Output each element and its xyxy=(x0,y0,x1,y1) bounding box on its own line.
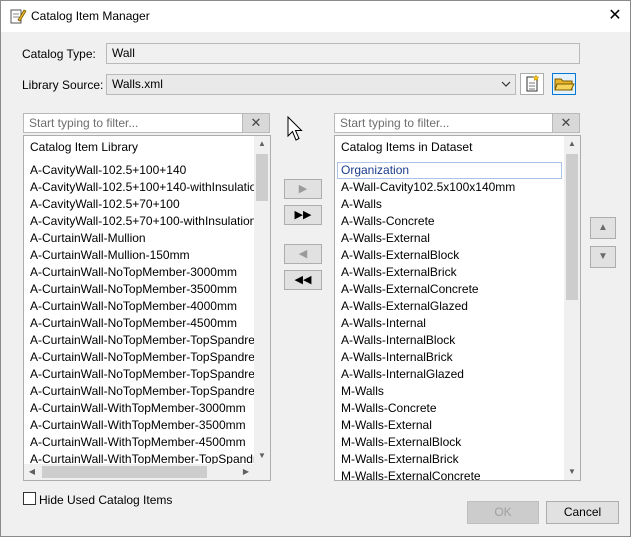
dataset-vertical-scrollbar[interactable]: ▲ ▼ xyxy=(564,136,580,480)
chevron-down-icon xyxy=(501,77,511,94)
open-library-button[interactable] xyxy=(552,73,576,95)
list-item[interactable]: A-CavityWall-102.5+70+100-withInsulation xyxy=(24,213,254,230)
list-item[interactable]: A-CurtainWall-NoTopMember-4500mm xyxy=(24,315,254,332)
list-item[interactable]: A-Walls-Concrete xyxy=(335,213,564,230)
catalog-type-field: Wall xyxy=(106,43,580,64)
list-item[interactable]: M-Walls xyxy=(335,383,564,400)
list-item[interactable]: M-Walls-Concrete xyxy=(335,400,564,417)
list-item[interactable]: A-CavityWall-102.5+70+100 xyxy=(24,196,254,213)
catalog-item-manager-window: Catalog Item Manager ✕ Catalog Type: Wal… xyxy=(0,0,631,537)
list-item[interactable]: A-CurtainWall-NoTopMember-3000mm xyxy=(24,264,254,281)
list-item[interactable]: M-Walls-ExternalBrick xyxy=(335,451,564,468)
library-list-header: Catalog Item Library xyxy=(30,140,139,154)
list-item[interactable]: A-CurtainWall-NoTopMember-TopSpandrel-30… xyxy=(24,332,254,349)
library-source-label: Library Source: xyxy=(22,78,104,92)
library-source-value: Walls.xml xyxy=(112,77,163,91)
ok-button[interactable]: OK xyxy=(467,501,539,524)
hide-used-checkbox[interactable] xyxy=(23,492,36,505)
list-item[interactable]: A-CavityWall-102.5+100+140-withInsulatio… xyxy=(24,179,254,196)
window-title: Catalog Item Manager xyxy=(31,9,150,23)
list-item[interactable]: A-Walls-External xyxy=(335,230,564,247)
list-item[interactable]: M-Walls-ExternalBlock xyxy=(335,434,564,451)
list-item[interactable]: A-Wall-Cavity102.5x100x140mm xyxy=(335,179,564,196)
library-source-dropdown[interactable]: Walls.xml xyxy=(106,74,516,95)
list-item[interactable]: A-Walls-ExternalConcrete xyxy=(335,281,564,298)
list-item[interactable]: A-Walls-InternalBrick xyxy=(335,349,564,366)
move-up-button[interactable]: ▲ xyxy=(590,217,616,239)
add-selected-button[interactable]: ▶ xyxy=(284,179,322,199)
list-item[interactable]: A-CurtainWall-NoTopMember-TopSpandrel-45… xyxy=(24,383,254,400)
library-horizontal-thumb[interactable] xyxy=(42,466,207,478)
list-item[interactable]: A-Walls xyxy=(335,196,564,213)
organization-group-header[interactable]: Organization xyxy=(337,162,562,179)
scroll-up-icon[interactable]: ▲ xyxy=(254,136,270,152)
list-item[interactable]: A-CavityWall-102.5+100+140 xyxy=(24,162,254,179)
new-library-button[interactable] xyxy=(520,73,544,95)
list-item[interactable]: A-CurtainWall-Mullion-150mm xyxy=(24,247,254,264)
hide-used-label[interactable]: Hide Used Catalog Items xyxy=(39,493,172,507)
list-item[interactable]: A-CurtainWall-NoTopMember-3500mm xyxy=(24,281,254,298)
list-item[interactable]: A-CurtainWall-NoTopMember-TopSpandrel-40… xyxy=(24,366,254,383)
scroll-up-icon[interactable]: ▲ xyxy=(564,136,580,152)
scroll-corner xyxy=(254,464,270,480)
catalog-manager-icon xyxy=(9,7,27,25)
list-item[interactable]: A-CurtainWall-NoTopMember-4000mm xyxy=(24,298,254,315)
scroll-left-icon[interactable]: ◀ xyxy=(24,464,40,480)
move-down-button[interactable]: ▼ xyxy=(590,246,616,268)
dataset-rows: Organization A-Wall-Cavity102.5x100x140mm… xyxy=(335,162,564,480)
library-horizontal-scrollbar[interactable]: ◀ ▶ xyxy=(24,464,254,480)
list-item[interactable]: A-Walls-ExternalBrick xyxy=(335,264,564,281)
library-vertical-scrollbar[interactable]: ▲ ▼ xyxy=(254,136,270,464)
scroll-down-icon[interactable]: ▼ xyxy=(564,464,580,480)
close-button[interactable]: ✕ xyxy=(600,1,630,31)
remove-selected-button[interactable]: ◀ xyxy=(284,244,322,264)
list-item[interactable]: A-Walls-ExternalGlazed xyxy=(335,298,564,315)
library-vertical-thumb[interactable] xyxy=(256,154,268,201)
remove-all-button[interactable]: ◀◀ xyxy=(284,270,322,290)
cancel-button[interactable]: Cancel xyxy=(546,501,619,524)
scroll-right-icon[interactable]: ▶ xyxy=(238,464,254,480)
open-folder-icon xyxy=(553,78,575,97)
list-item[interactable]: A-CurtainWall-Mullion xyxy=(24,230,254,247)
list-item[interactable]: A-CurtainWall-NoTopMember-TopSpandrel-35… xyxy=(24,349,254,366)
catalog-items-in-dataset-list[interactable]: Catalog Items in Dataset Organization A-W… xyxy=(334,135,581,481)
list-item[interactable]: A-CurtainWall-WithTopMember-4500mm xyxy=(24,434,254,451)
list-item[interactable]: M-Walls-ExternalConcrete xyxy=(335,468,564,480)
library-filter-clear-button[interactable]: ✕ xyxy=(242,113,270,133)
list-item[interactable]: A-Walls-InternalGlazed xyxy=(335,366,564,383)
list-item[interactable]: A-CurtainWall-WithTopMember-TopSpandrel-… xyxy=(24,451,254,464)
list-item[interactable]: A-Walls-Internal xyxy=(335,315,564,332)
catalog-item-library-list[interactable]: Catalog Item Library A-CavityWall-102.5+… xyxy=(23,135,271,481)
dataset-filter-input[interactable]: Start typing to filter... xyxy=(334,113,553,133)
list-item[interactable]: M-Walls-External xyxy=(335,417,564,434)
scroll-down-icon[interactable]: ▼ xyxy=(254,448,270,464)
list-item[interactable]: A-Walls-InternalBlock xyxy=(335,332,564,349)
dataset-list-header: Catalog Items in Dataset xyxy=(341,140,473,154)
new-file-icon xyxy=(521,74,543,97)
mouse-cursor-icon xyxy=(287,115,305,145)
dataset-filter-clear-button[interactable]: ✕ xyxy=(552,113,580,133)
dataset-vertical-thumb[interactable] xyxy=(566,154,578,300)
list-item[interactable]: A-Walls-ExternalBlock xyxy=(335,247,564,264)
library-filter-input[interactable]: Start typing to filter... xyxy=(23,113,243,133)
library-rows: A-CavityWall-102.5+100+140 A-CavityWall-1… xyxy=(24,162,254,464)
list-item[interactable]: A-CurtainWall-WithTopMember-3000mm xyxy=(24,400,254,417)
title-bar[interactable]: Catalog Item Manager ✕ xyxy=(1,1,630,32)
catalog-type-label: Catalog Type: xyxy=(22,47,96,61)
list-item[interactable]: A-CurtainWall-WithTopMember-3500mm xyxy=(24,417,254,434)
add-all-button[interactable]: ▶▶ xyxy=(284,205,322,225)
